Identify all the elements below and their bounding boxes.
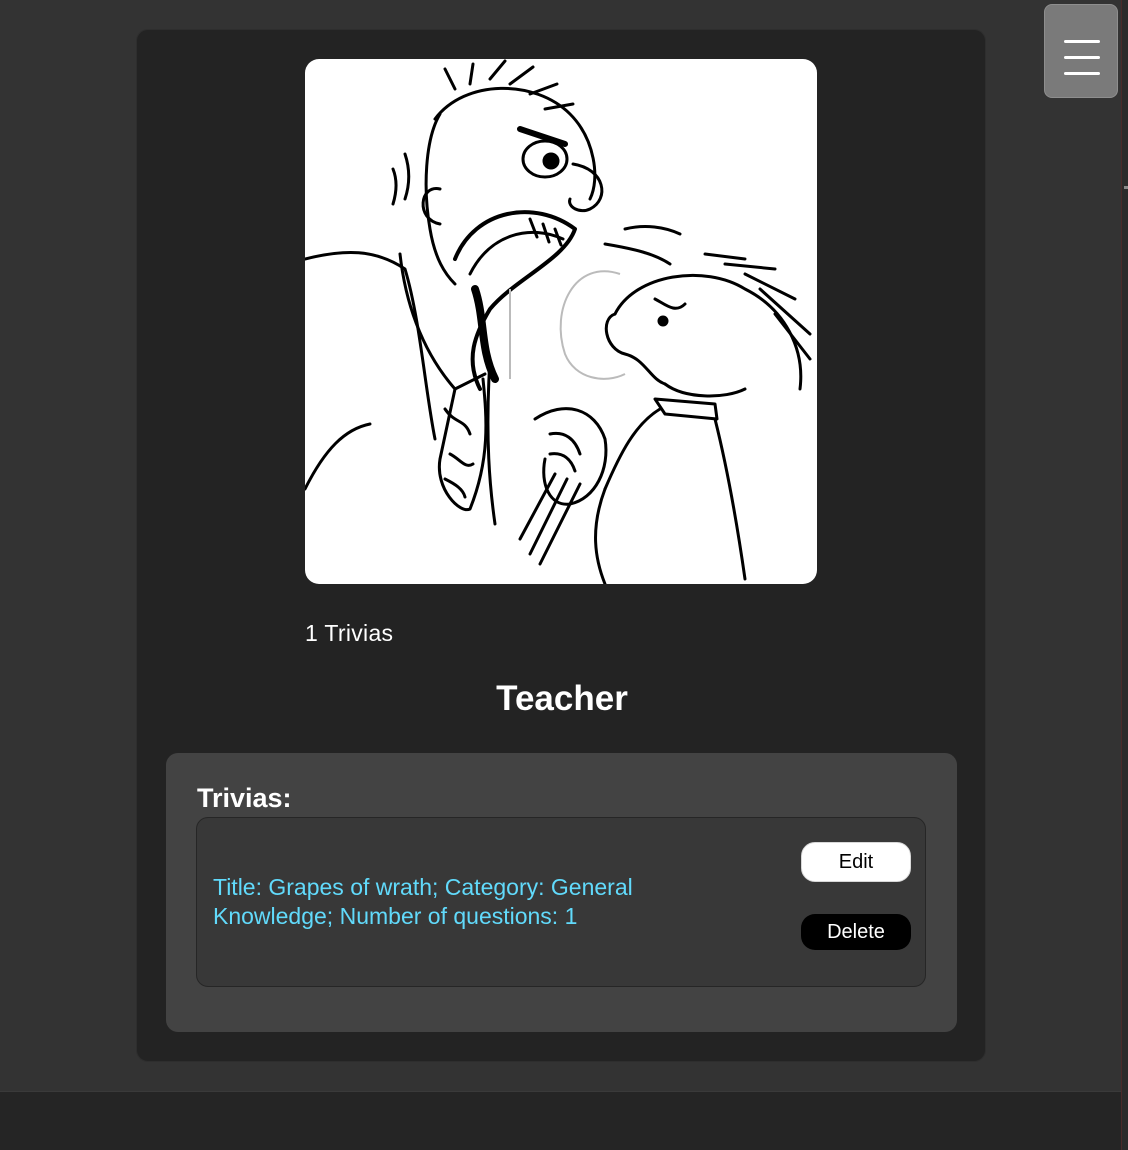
menu-button[interactable] (1044, 4, 1118, 98)
trivias-panel: Trivias: Title: Grapes of wrath; Categor… (166, 753, 957, 1032)
scrollbar[interactable] (1121, 0, 1128, 1150)
hamburger-menu-icon (1064, 40, 1100, 43)
footer-bar (0, 1091, 1121, 1150)
delete-trivia-button[interactable]: Delete (801, 914, 911, 950)
scrollbar-thumb[interactable] (1124, 186, 1128, 189)
trivia-count: 1 Trivias (305, 620, 394, 646)
username-heading: Teacher (496, 679, 628, 718)
hamburger-menu-icon-bar (1064, 56, 1100, 59)
avatar (305, 59, 817, 584)
hamburger-menu-icon-bar (1064, 72, 1100, 75)
profile-card: 1 Trivias Teacher Trivias: Title: Grapes… (136, 29, 986, 1062)
cartoon-avatar-image (305, 59, 812, 584)
trivia-list-item: Title: Grapes of wrath; Category: Genera… (196, 817, 926, 987)
trivias-heading: Trivias: (197, 783, 292, 813)
edit-trivia-button[interactable]: Edit (801, 842, 911, 882)
trivia-summary-link[interactable]: Title: Grapes of wrath; Category: Genera… (213, 873, 733, 931)
